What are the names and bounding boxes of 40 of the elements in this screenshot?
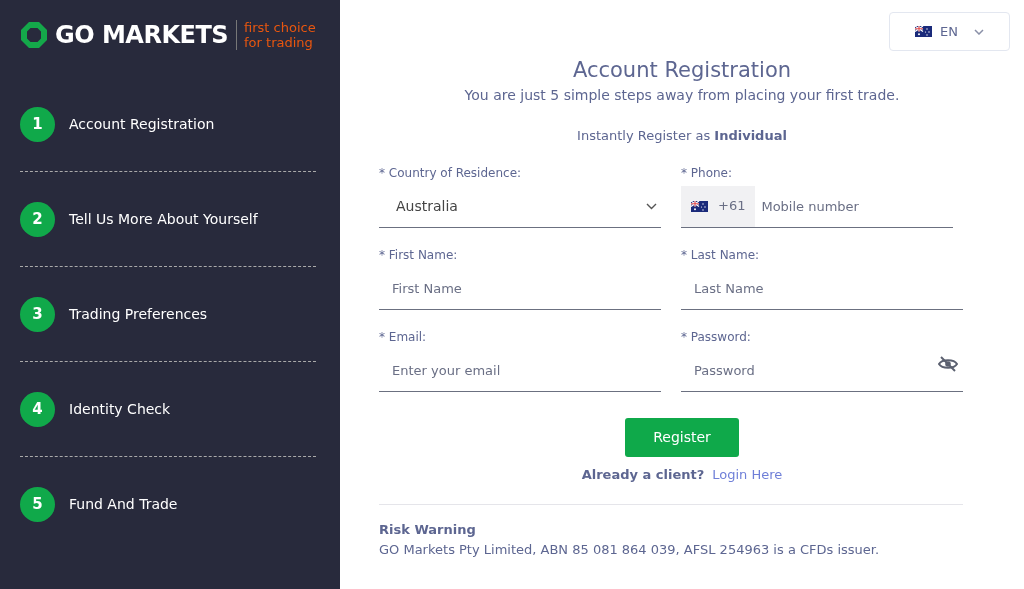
step-number: 5 (20, 487, 55, 522)
field-label: * Email: (379, 328, 428, 346)
risk-warning-title: Risk Warning (379, 521, 477, 540)
brand-name: GO MARKETS (55, 23, 229, 47)
field-label: * Last Name: (681, 246, 761, 264)
login-prompt: Already a client? (581, 465, 705, 484)
language-selector[interactable]: EN (889, 12, 1010, 51)
input-field[interactable]: Enter your email (379, 349, 661, 391)
flag-icon (915, 26, 932, 37)
field-label: * Phone: (681, 164, 734, 182)
chevron-down-icon (646, 202, 657, 210)
register-button[interactable]: Register (625, 417, 739, 457)
step-label: Account Registration (69, 115, 215, 134)
flag-icon (691, 200, 708, 212)
country-code-selector[interactable]: +61 (681, 185, 756, 227)
page-subtitle: You are just 5 simple steps away from placing your first trade. (464, 86, 900, 106)
page-title: Account Registration (572, 58, 792, 84)
select-field[interactable]: Australia (379, 185, 661, 228)
login-link[interactable]: Login Here (712, 464, 783, 485)
step-label: Identity Check (69, 399, 171, 419)
field-label: * Password: (681, 328, 752, 346)
step-label: Tell Us More About Yourself (69, 209, 258, 229)
eye-slash-icon[interactable] (938, 356, 958, 373)
step-label: Trading Preferences (69, 304, 208, 324)
register-as-text: Instantly Register as Individual (577, 127, 787, 146)
input-field[interactable]: Password (681, 349, 938, 391)
input-field[interactable]: Last Name (681, 267, 963, 309)
step-number: 4 (20, 391, 55, 427)
risk-warning-text: GO Markets Pty Limited, ABN 85 081 864 039, AFSL 254963 is a CFDs issuer. (379, 540, 881, 559)
logo-icon (20, 21, 48, 49)
step-number: 3 (20, 296, 55, 332)
field-label: * First Name: (379, 246, 459, 264)
chevron-down-icon (973, 28, 984, 35)
step-label: Fund And Trade (69, 495, 178, 514)
brand-tagline: first choice for trading (236, 20, 316, 50)
step-number: 2 (20, 201, 55, 237)
step-number: 1 (20, 107, 55, 142)
input-field[interactable]: First Name (379, 267, 661, 309)
input-field[interactable]: Mobile number (755, 185, 953, 227)
field-label: * Country of Residence: (379, 164, 523, 182)
